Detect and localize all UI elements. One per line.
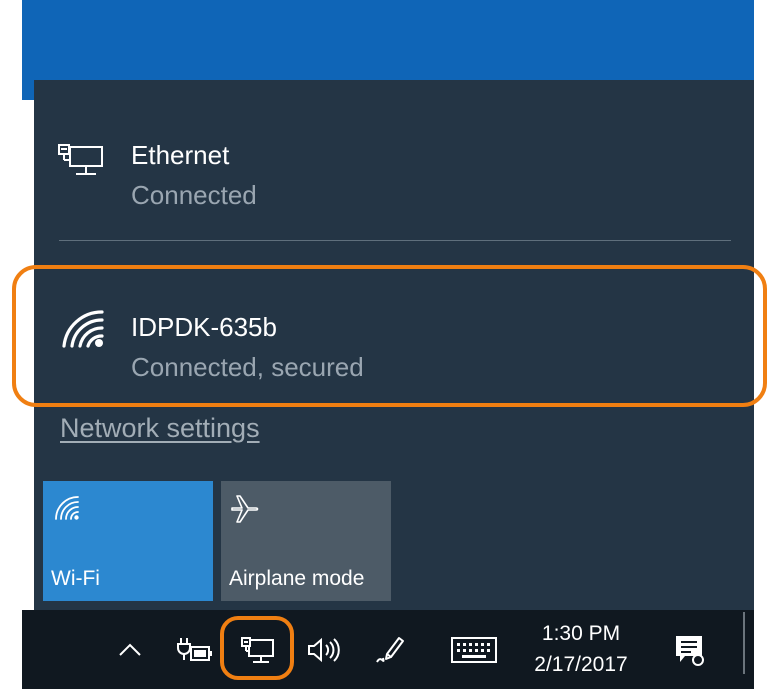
airplane-icon xyxy=(231,495,259,523)
network-item-wifi[interactable]: IDPDK-635b Connected, secured xyxy=(34,274,754,384)
clock[interactable]: 1:30 PM 2/17/2017 xyxy=(520,618,642,680)
page-margin xyxy=(754,0,775,689)
tile-label: Wi-Fi xyxy=(51,567,100,590)
clock-date: 2/17/2017 xyxy=(534,653,628,676)
network-item-ethernet[interactable]: Ethernet Connected xyxy=(34,102,754,212)
network-status: Connected xyxy=(131,180,257,210)
wifi-icon xyxy=(62,310,104,348)
network-name: IDPDK-635b xyxy=(131,312,277,342)
windows-ink-button[interactable] xyxy=(368,610,414,689)
volume-button[interactable] xyxy=(302,610,344,689)
keyboard-icon xyxy=(451,636,497,663)
volume-icon xyxy=(308,637,340,662)
action-center-button[interactable] xyxy=(666,610,712,689)
tile-label: Airplane mode xyxy=(229,567,365,590)
clock-time: 1:30 PM xyxy=(541,622,621,645)
network-status: Connected, secured xyxy=(131,352,364,382)
wifi-toggle-tile[interactable]: Wi-Fi xyxy=(43,481,213,601)
show-desktop-divider xyxy=(743,612,745,674)
divider xyxy=(59,240,731,241)
network-name: Ethernet xyxy=(131,140,230,170)
battery-plugged-icon xyxy=(177,637,212,661)
pen-ink-icon xyxy=(376,636,404,663)
wifi-icon xyxy=(55,496,79,520)
touch-keyboard-button[interactable] xyxy=(446,610,502,689)
network-settings-link[interactable]: Network settings xyxy=(60,413,260,444)
action-center-icon xyxy=(676,635,704,666)
ethernet-monitor-icon xyxy=(58,144,103,175)
battery-button[interactable] xyxy=(172,610,216,689)
airplane-mode-tile[interactable]: Airplane mode xyxy=(221,481,391,601)
taskbar: 1:30 PM 2/17/2017 xyxy=(22,610,755,689)
chevron-up-icon xyxy=(119,643,141,656)
show-hidden-icons-button[interactable] xyxy=(112,610,148,689)
network-icon xyxy=(241,636,274,663)
network-tray-button[interactable] xyxy=(234,610,282,689)
network-flyout: Ethernet Connected IDPDK-635b Connected,… xyxy=(34,80,754,610)
